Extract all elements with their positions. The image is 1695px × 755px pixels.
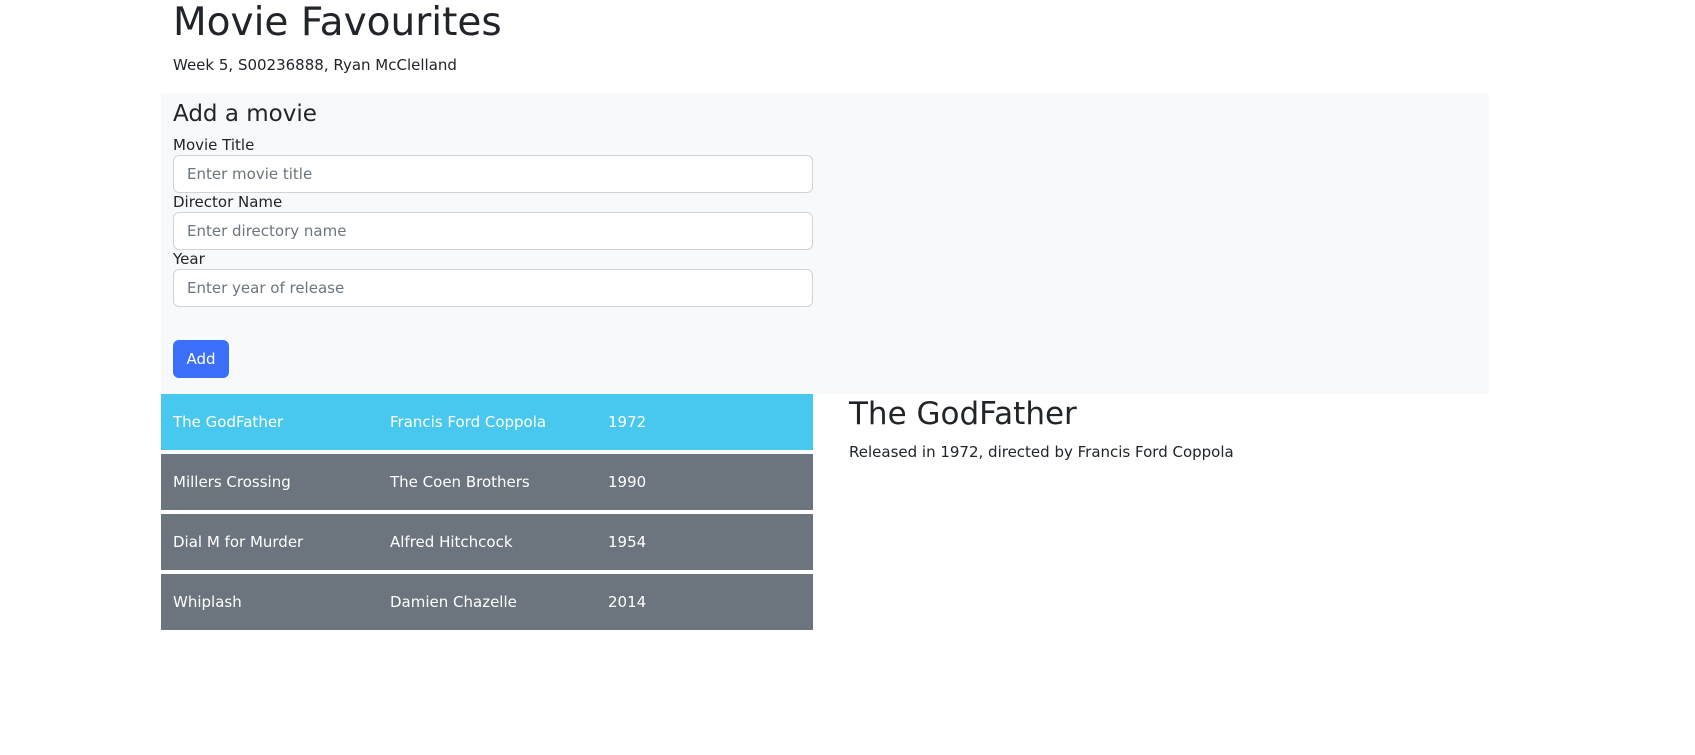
year-input[interactable] <box>173 269 813 307</box>
movie-list-item[interactable]: Millers Crossing The Coen Brothers 1990 <box>161 454 813 510</box>
movie-list-item[interactable]: Whiplash Damien Chazelle 2014 <box>161 574 813 630</box>
movie-item-title: The GodFather <box>173 413 284 431</box>
movie-title-label: Movie Title <box>173 136 255 154</box>
movie-item-director: The Coen Brothers <box>390 473 530 491</box>
movie-item-title: Whiplash <box>173 593 242 611</box>
add-movie-panel: Add a movie Movie Title Director Name Ye… <box>161 93 1489 394</box>
movie-list-item[interactable]: The GodFather Francis Ford Coppola 1972 <box>161 394 813 450</box>
movie-list: The GodFather Francis Ford Coppola 1972 … <box>161 394 813 634</box>
movie-item-year: 1954 <box>608 533 647 551</box>
movie-detail-title: The GodFather <box>849 396 1077 432</box>
movie-item-year: 1972 <box>608 413 647 431</box>
page-subtitle: Week 5, S00236888, Ryan McClelland <box>173 56 457 74</box>
director-name-label: Director Name <box>173 193 283 211</box>
movie-detail-description: Released in 1972, directed by Francis Fo… <box>849 443 1234 461</box>
movie-item-director: Damien Chazelle <box>390 593 517 611</box>
year-label: Year <box>173 250 205 268</box>
movie-item-director: Alfred Hitchcock <box>390 533 513 551</box>
add-movie-button[interactable]: Add <box>173 340 229 378</box>
movie-item-title: Dial M for Murder <box>173 533 304 551</box>
movie-list-item[interactable]: Dial M for Murder Alfred Hitchcock 1954 <box>161 514 813 570</box>
movie-item-year: 1990 <box>608 473 647 491</box>
page-title: Movie Favourites <box>173 0 502 45</box>
movie-title-input[interactable] <box>173 155 813 193</box>
movie-item-director: Francis Ford Coppola <box>390 413 547 431</box>
movie-item-title: Millers Crossing <box>173 473 291 491</box>
movie-item-year: 2014 <box>608 593 647 611</box>
director-name-input[interactable] <box>173 212 813 250</box>
add-movie-heading: Add a movie <box>173 101 317 127</box>
